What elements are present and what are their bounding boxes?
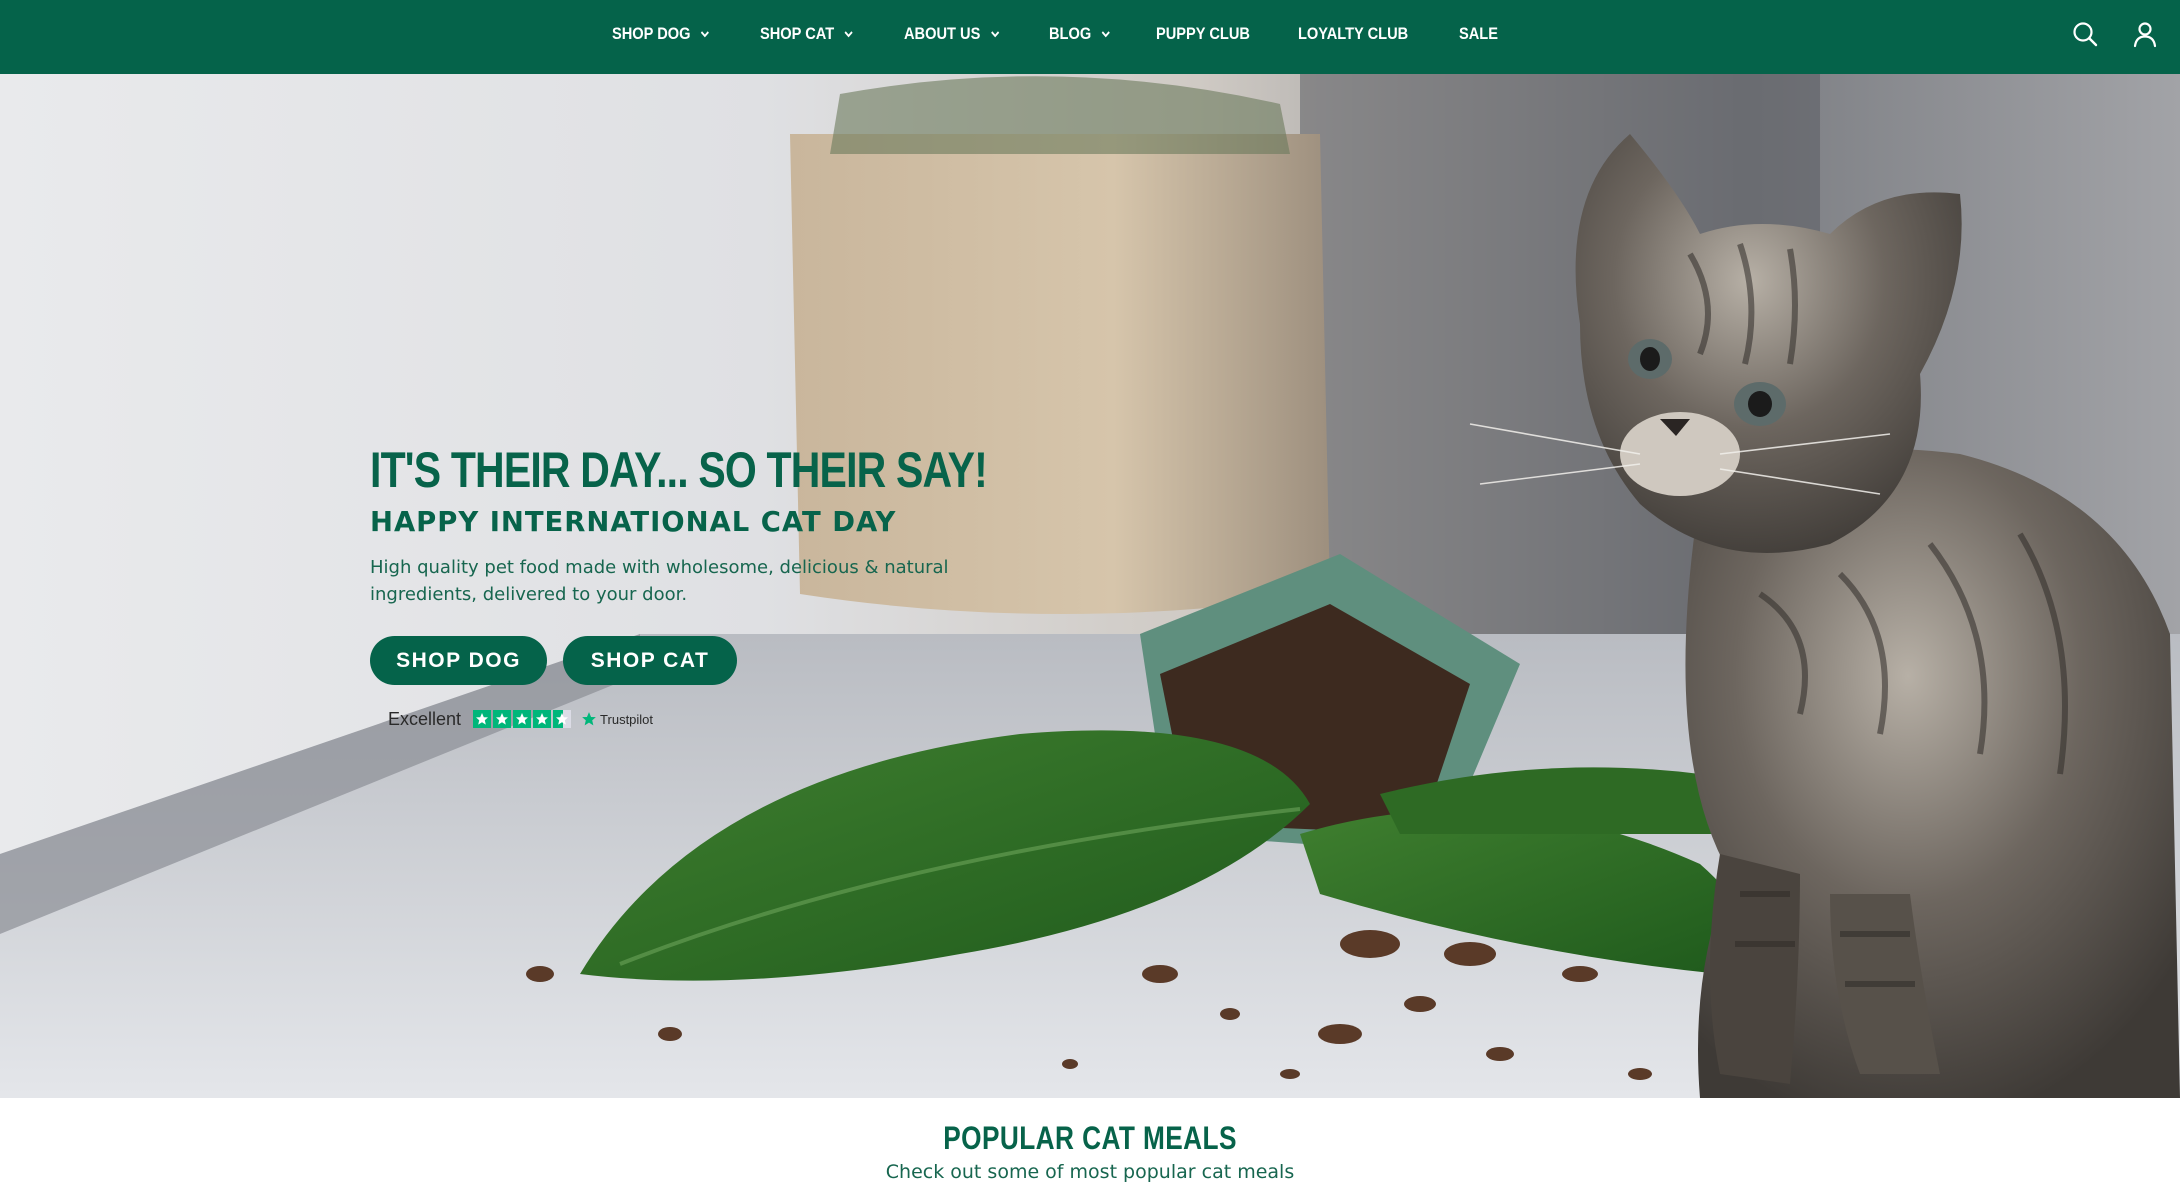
chevron-down-icon [843,27,855,41]
star-icon [513,710,532,728]
nav-sale[interactable]: SALE [1459,0,1498,68]
nav-label: BLOG [1049,24,1092,43]
shop-dog-button[interactable]: SHOP DOG [370,636,547,685]
hero-title: IT'S THEIR DAY... SO THEIR SAY! [370,442,988,498]
nav-shop-dog[interactable]: SHOP DOG [612,0,711,68]
nav-label: SALE [1458,24,1498,43]
nav-label: SHOP DOG [612,24,691,43]
trustpilot-rating-label: Excellent [388,708,462,729]
shop-cat-button[interactable]: SHOP CAT [563,636,737,685]
chevron-down-icon [699,27,711,41]
account-icon[interactable] [2130,19,2160,49]
hero-kitten-image [0,74,2180,1098]
chevron-down-icon [989,27,1001,41]
hero-buttons: SHOP DOG SHOP CAT [370,636,1010,685]
header-actions [2070,19,2160,49]
trustpilot-brand: Trustpilot [600,711,654,727]
trustpilot-stars [473,710,572,728]
nav-label: SHOP CAT [760,24,835,43]
popular-title: POPULAR CAT MEALS [943,1120,1237,1156]
nav-label: PUPPY CLUB [1155,24,1250,43]
star-icon [473,710,492,728]
hero-subtitle: HAPPY INTERNATIONAL CAT DAY [370,505,897,538]
popular-subtitle: Check out some of most popular cat meals [885,1161,1295,1183]
trustpilot-logo: Trustpilot [581,711,653,727]
hero-banner: IT'S THEIR DAY... SO THEIR SAY! HAPPY IN… [0,74,2180,1098]
nav-blog[interactable]: BLOG [1049,0,1112,68]
site-header: SHOP DOG SHOP CAT ABOUT US BLOG PUPPY CL… [0,0,2180,74]
nav-shop-cat[interactable]: SHOP CAT [760,0,855,68]
nav-label: LOYALTY CLUB [1297,24,1408,43]
hero-content: IT'S THEIR DAY... SO THEIR SAY! HAPPY IN… [370,440,1010,731]
half-star-icon [553,710,572,728]
nav-label: ABOUT US [903,24,980,43]
nav-about-us[interactable]: ABOUT US [904,0,1001,68]
hero-description: High quality pet food made with wholesom… [370,557,949,605]
search-icon[interactable] [2070,19,2100,49]
star-icon [493,710,512,728]
chevron-down-icon [1100,27,1112,41]
main-nav: SHOP DOG SHOP CAT ABOUT US BLOG PUPPY CL… [612,0,1537,68]
trustpilot-star-icon [582,712,596,726]
nav-loyalty-club[interactable]: LOYALTY CLUB [1298,0,1408,68]
nav-puppy-club[interactable]: PUPPY CLUB [1156,0,1250,68]
popular-cat-meals-section: POPULAR CAT MEALS Check out some of most… [0,1098,2180,1199]
star-icon [533,710,552,728]
trustpilot-widget[interactable]: Excellent Trustpilot [388,707,1010,731]
